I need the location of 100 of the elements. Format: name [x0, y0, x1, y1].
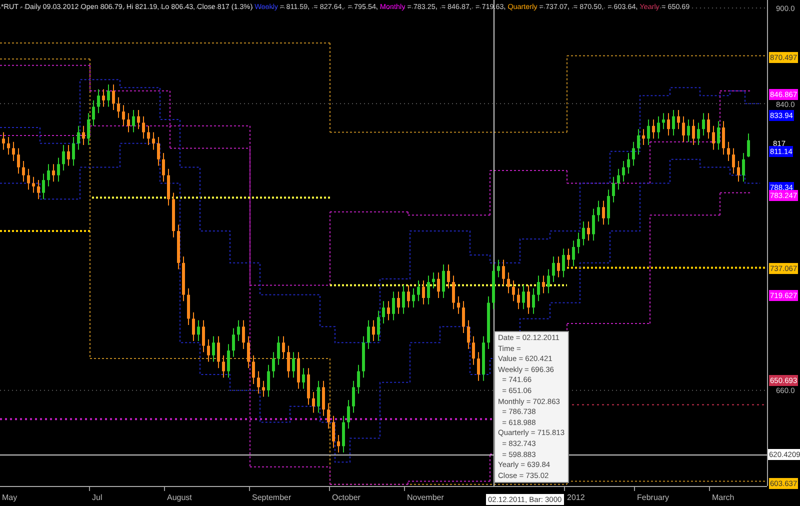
candlestick: [42, 173, 45, 200]
candlestick: [97, 88, 100, 114]
candlestick: [532, 288, 535, 314]
month-label: Jul: [92, 492, 102, 503]
candlestick: [397, 291, 400, 314]
candlestick: [347, 399, 350, 430]
candlestick: [422, 280, 425, 305]
candlestick: [642, 128, 645, 146]
candlestick: [122, 104, 125, 126]
candlestick: [382, 300, 385, 324]
candlestick: [292, 352, 295, 378]
candlestick: [727, 141, 730, 162]
candlestick: [297, 352, 300, 390]
candlestick: [602, 200, 605, 226]
candlestick: [152, 132, 155, 150]
candlestick: [337, 434, 340, 454]
candlestick: [112, 84, 115, 110]
month-label: September: [252, 492, 292, 503]
candlestick: [457, 296, 460, 314]
candlestick: [372, 320, 375, 342]
candlestick: [747, 133, 750, 158]
candlestick: [522, 284, 525, 310]
candlestick: [392, 291, 395, 321]
candlestick: [217, 336, 220, 369]
candlestick: [357, 364, 360, 394]
candlestick: [22, 160, 25, 182]
candlestick: [127, 112, 130, 133]
candlestick: [342, 415, 345, 454]
candlestick: [62, 144, 65, 171]
candlestick: [517, 288, 520, 310]
candlestick: [237, 320, 240, 342]
candlestick: [27, 168, 30, 190]
candlestick: [162, 152, 165, 182]
candlestick: [672, 109, 675, 136]
candlestick: [272, 352, 275, 378]
candlestick: [222, 354, 225, 378]
candlestick: [232, 328, 235, 358]
candlestick: [607, 189, 610, 226]
candlestick: [632, 141, 635, 166]
candlestick: [557, 256, 560, 278]
candlestick: [742, 152, 745, 182]
candlestick: [667, 112, 670, 136]
candlestick: [2, 132, 5, 150]
candlestick: [87, 112, 90, 146]
candlestick: [332, 415, 335, 448]
candlestick: [192, 312, 195, 342]
candlestick: [282, 336, 285, 360]
candlestick: [257, 370, 260, 394]
candlestick: [597, 200, 600, 222]
candlestick: [732, 148, 735, 174]
candlestick: [317, 380, 320, 414]
candlestick: [132, 109, 135, 133]
candlestick: [302, 368, 305, 390]
month-label: November: [407, 492, 444, 503]
candlestick: [502, 259, 505, 286]
candlestick: [637, 128, 640, 156]
candlestick: [322, 380, 325, 416]
candlestick: [507, 272, 510, 294]
month-label: 2012: [567, 492, 585, 503]
candlestick: [447, 264, 450, 289]
candlestick: [137, 109, 140, 130]
candlestick: [437, 272, 440, 298]
candlestick: [277, 336, 280, 366]
candlestick: [617, 168, 620, 190]
candlestick: [247, 336, 250, 369]
candlestick: [77, 125, 80, 150]
candlestick: [712, 125, 715, 150]
candlestick: [207, 338, 210, 362]
candlestick: [72, 136, 75, 166]
candlestick: [57, 157, 60, 182]
candlestick: [142, 116, 145, 140]
candlestick: [327, 402, 330, 430]
month-label: May: [2, 492, 18, 503]
candlestick: [537, 275, 540, 302]
candlestick: [512, 280, 515, 302]
candlestick: [12, 141, 15, 162]
candlestick: [117, 96, 120, 118]
candlestick: [497, 259, 500, 278]
candlestick: [377, 310, 380, 342]
candlestick: [252, 354, 255, 385]
candlestick: [687, 119, 690, 142]
candlestick: [652, 119, 655, 140]
candlestick: [352, 380, 355, 414]
candlestick: [562, 248, 565, 278]
candlestick: [707, 112, 710, 140]
candlestick: [157, 136, 160, 166]
candlestick: [147, 125, 150, 146]
candlestick: [287, 345, 290, 378]
candlestick: [547, 268, 550, 294]
candlestick: [82, 125, 85, 146]
candlestick: [467, 320, 470, 350]
candlestick: [32, 176, 35, 194]
candlestick: [37, 180, 40, 200]
candlestick: [52, 164, 55, 182]
candlestick: [552, 256, 555, 283]
candlestick: [187, 288, 190, 326]
candlestick: [577, 232, 580, 254]
candlestick: [477, 352, 480, 382]
candlestick: [7, 136, 10, 156]
candlestick: [572, 240, 575, 267]
